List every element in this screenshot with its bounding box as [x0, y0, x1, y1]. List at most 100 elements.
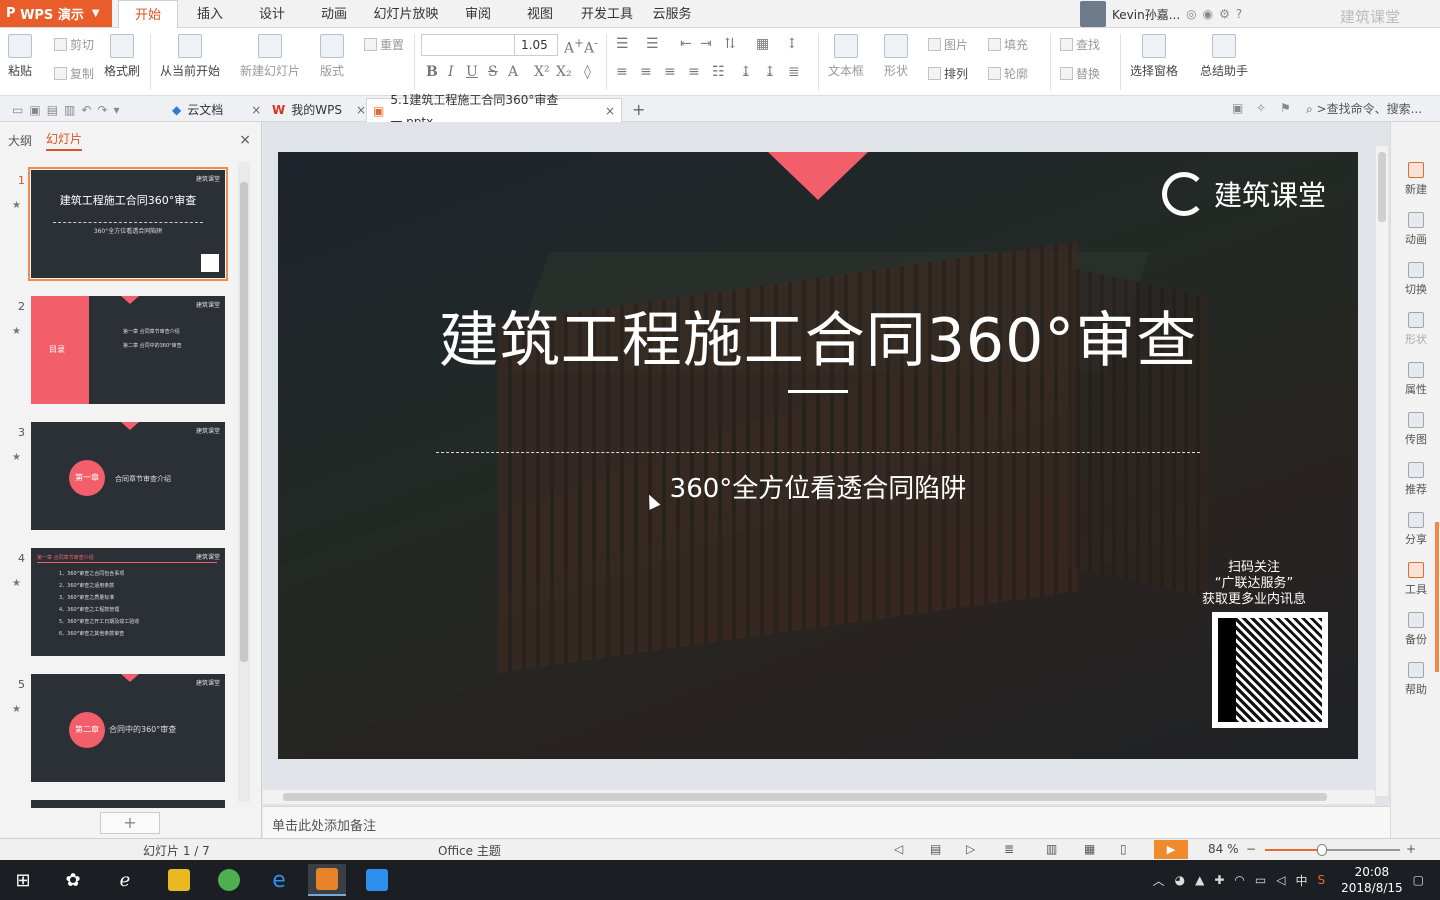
layout-button[interactable]: 版式	[320, 34, 344, 79]
align-left-icon[interactable]: ≡	[616, 64, 628, 80]
sorter-view-icon[interactable]: ▦	[1084, 842, 1095, 856]
right-animation-button[interactable]: 动画	[1391, 212, 1440, 247]
ime-indicator[interactable]: 中	[1295, 872, 1307, 889]
notes-icon[interactable]: ▤	[930, 842, 941, 856]
numbered-list-icon[interactable]: ☰	[646, 36, 659, 52]
increase-indent-icon[interactable]: ⇥	[700, 36, 712, 52]
taskbar-app-wps-writer[interactable]	[358, 864, 396, 896]
new-tab-button[interactable]: +	[626, 98, 651, 122]
tab-my-wps[interactable]: W 我的WPS ×	[266, 98, 372, 122]
textbox-button[interactable]: 文本框	[828, 34, 864, 79]
skin-icon[interactable]: ◎	[1186, 7, 1196, 21]
slide-thumbnail-4[interactable]: 建筑课堂 第一章 合同章节审查介绍 1、360°审查之合同包含事项 2、360°…	[31, 548, 225, 656]
print-icon[interactable]: ▤	[47, 99, 58, 121]
star-icon[interactable]: ★	[12, 578, 21, 589]
tab-cloud[interactable]: 云服务	[648, 0, 696, 28]
right-share-button[interactable]: 分享	[1391, 512, 1440, 547]
taskbar-app-ie[interactable]: ℯ	[106, 864, 144, 896]
right-help-button[interactable]: 帮助	[1391, 662, 1440, 697]
tab-view[interactable]: 视图	[516, 0, 564, 28]
tab-home[interactable]: 开始	[118, 0, 178, 29]
undo-icon[interactable]: ↶	[81, 99, 91, 121]
chevron-down-icon[interactable]: ▾	[114, 99, 120, 121]
fill-button[interactable]: 填充	[988, 36, 1028, 53]
sort-icon[interactable]: ↕	[786, 36, 798, 52]
avatar[interactable]	[1080, 1, 1106, 27]
scrollbar-thumb[interactable]	[283, 793, 1327, 801]
next-slide-icon[interactable]: ▷	[966, 842, 975, 856]
text-direction-icon[interactable]: ⇅	[724, 36, 736, 52]
preview-icon[interactable]: ▥	[64, 99, 75, 121]
taskbar-app-explorer[interactable]	[160, 864, 198, 896]
play-slideshow-button[interactable]: ▶	[1154, 840, 1188, 859]
zoom-in-icon[interactable]: +	[1406, 842, 1416, 856]
start-button[interactable]: ⊞	[4, 864, 42, 896]
right-properties-button[interactable]: 属性	[1391, 362, 1440, 397]
clock[interactable]: 20:08 2018/8/15	[1341, 864, 1403, 896]
flag-icon[interactable]: ⚑	[1280, 101, 1291, 115]
picture-button[interactable]: 图片	[928, 36, 968, 53]
outline-button[interactable]: 轮廓	[988, 65, 1028, 82]
replace-button[interactable]: 替换	[1060, 65, 1100, 82]
reading-view-icon[interactable]: ▯	[1120, 842, 1127, 856]
right-recommend-button[interactable]: 推荐	[1391, 462, 1440, 497]
tab-cloud-docs[interactable]: ◆ 云文档 ×	[166, 98, 267, 122]
settings-icon[interactable]: ⚙	[1219, 7, 1230, 21]
star-icon[interactable]: ★	[12, 200, 21, 211]
scrollbar-thumb[interactable]	[1378, 152, 1386, 222]
slide-thumbnail-2[interactable]: 目录 建筑课堂 第一章 合同章节审查介绍 第二章 合同中的360°审查	[31, 296, 225, 404]
close-icon[interactable]: ×	[251, 99, 261, 121]
sogou-icon[interactable]: S	[1318, 873, 1326, 887]
line-spacing-icon[interactable]: ↨	[740, 64, 752, 80]
slide-canvas[interactable]: 建筑课堂 建筑工程施工合同360°审查 360°全方位看透合同陷阱 扫码关注 “…	[278, 152, 1358, 759]
qr-caption[interactable]: 扫码关注 “广联达服务” 获取更多业内讯息	[1184, 560, 1324, 608]
tab-insert[interactable]: 插入	[186, 0, 234, 28]
qr-code-image[interactable]	[1212, 612, 1328, 728]
zoom-level[interactable]: 84 %	[1208, 842, 1239, 856]
superscript-icon[interactable]: X²	[534, 64, 550, 80]
redo-icon[interactable]: ↷	[97, 99, 107, 121]
save-icon[interactable]: ▣	[29, 99, 40, 121]
tab-outline[interactable]: 大纲	[8, 132, 32, 149]
open-icon[interactable]: ▭	[12, 99, 23, 121]
arrange-button[interactable]: 排列	[928, 65, 968, 82]
shrink-font-icon[interactable]: A-	[584, 36, 598, 57]
selection-pane-button[interactable]: 选择窗格	[1130, 34, 1178, 79]
underline-icon[interactable]: U	[466, 64, 478, 80]
zoom-out-icon[interactable]: −	[1246, 842, 1256, 856]
taskbar-app-wps-presentation[interactable]	[308, 864, 346, 896]
wechat-icon[interactable]: ◕	[1175, 873, 1185, 887]
columns-icon[interactable]: ▦	[756, 36, 769, 52]
right-new-button[interactable]: 新建	[1391, 162, 1440, 197]
zoom-slider-handle[interactable]	[1316, 844, 1327, 856]
taskbar-app-edge[interactable]: e	[260, 864, 298, 896]
paragraph-settings-icon[interactable]: ≣	[788, 64, 800, 80]
right-shape-button[interactable]: 形状	[1391, 312, 1440, 347]
slide-title[interactable]: 建筑工程施工合同360°审查	[278, 292, 1358, 379]
right-tools-button[interactable]: 工具	[1391, 562, 1440, 597]
star-icon[interactable]: ★	[12, 452, 21, 463]
tab-review[interactable]: 审阅	[454, 0, 502, 28]
new-slide-button[interactable]: 新建幻灯片	[240, 34, 300, 79]
slide-subtitle[interactable]: 360°全方位看透合同陷阱	[278, 468, 1358, 505]
pin-icon[interactable]: ✧	[1256, 101, 1266, 115]
close-icon[interactable]: ×	[356, 99, 366, 121]
security-icon[interactable]: ✚	[1214, 873, 1224, 887]
summary-helper-button[interactable]: 总结助手	[1200, 34, 1248, 79]
close-icon[interactable]: ×	[605, 100, 615, 122]
canvas-horizontal-scrollbar[interactable]	[263, 790, 1375, 804]
align-center-icon[interactable]: ≡	[640, 64, 652, 80]
align-right-icon[interactable]: ≡	[664, 64, 676, 80]
strikethrough-icon[interactable]: S	[488, 64, 498, 80]
slide-thumbnail-3[interactable]: 建筑课堂 第一章 合同章节审查介绍	[31, 422, 225, 530]
notification-icon[interactable]: ▲	[1195, 873, 1204, 887]
paragraph-spacing-icon[interactable]: ↨	[764, 64, 776, 80]
paste-button[interactable]: 粘贴	[8, 34, 32, 79]
tab-slideshow[interactable]: 幻灯片放映	[370, 0, 442, 28]
close-icon[interactable]: ×	[239, 132, 251, 148]
taskbar-app-pinwheel[interactable]: ✿	[54, 864, 92, 896]
bullet-list-icon[interactable]: ☰	[616, 36, 629, 52]
taskbar-app-browser[interactable]	[210, 864, 248, 896]
subscript-icon[interactable]: X₂	[556, 64, 572, 80]
command-search[interactable]: ⌕ >查找命令、搜索...	[1306, 100, 1422, 117]
